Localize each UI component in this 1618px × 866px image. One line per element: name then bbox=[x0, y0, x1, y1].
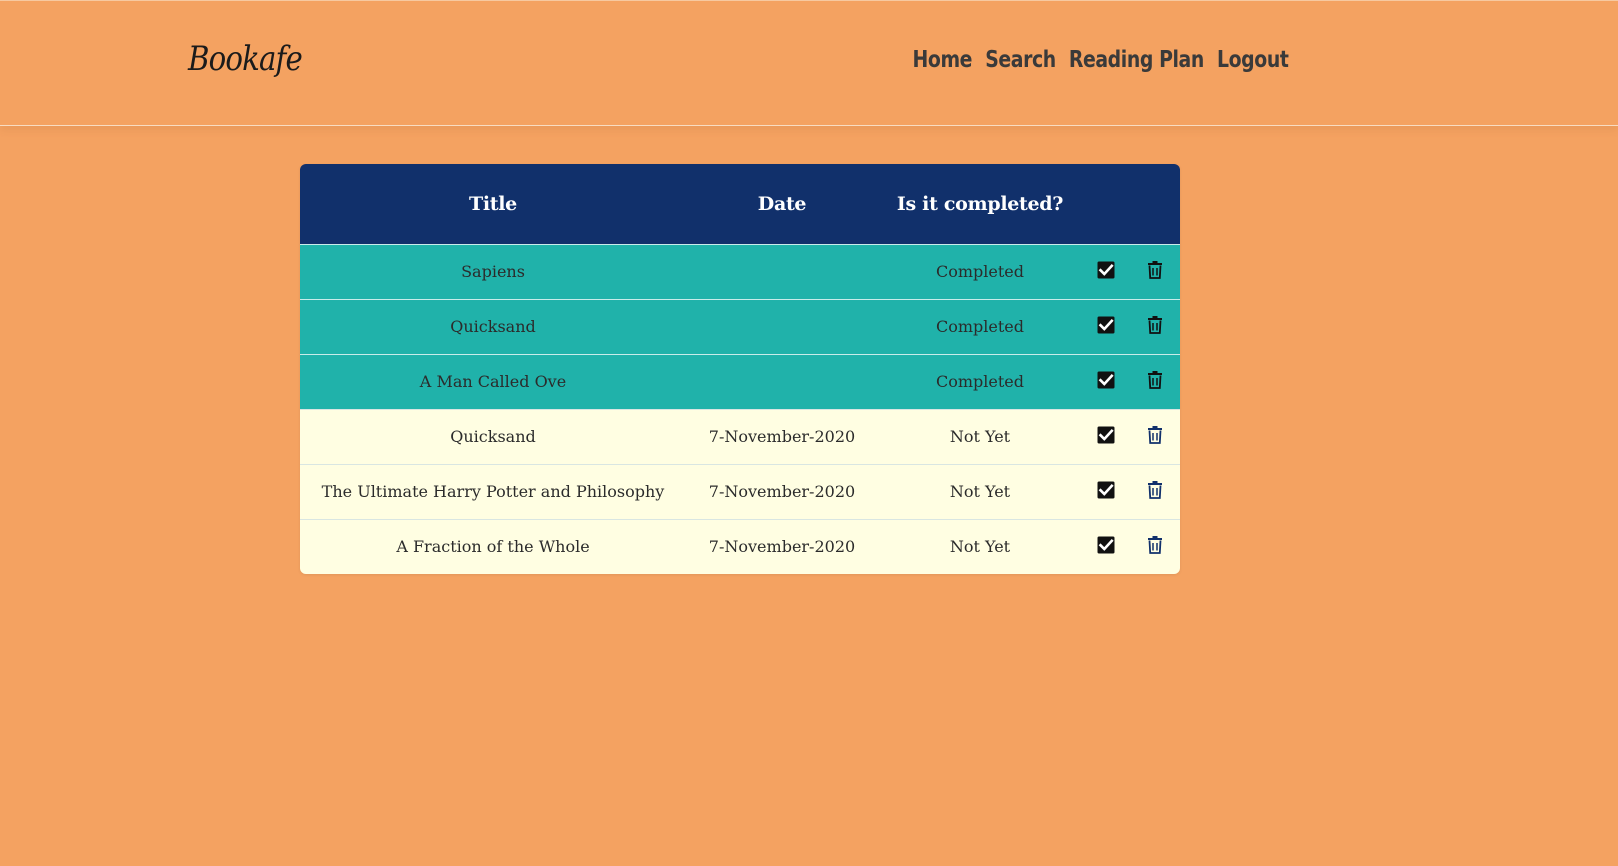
status-cell: Completed bbox=[878, 243, 1082, 299]
date-cell bbox=[686, 243, 878, 299]
table-row: A Fraction of the Whole 7-November-2020 No… bbox=[300, 518, 1180, 574]
delete-cell bbox=[1130, 518, 1180, 574]
reading-plan-table: Title Date Is it completed? Sapiens Compl… bbox=[300, 164, 1180, 574]
column-header-status: Is it completed? bbox=[896, 192, 1064, 215]
status-cell: Completed bbox=[878, 353, 1082, 409]
date-cell: 7-November-2020 bbox=[686, 518, 878, 574]
nav-reading-plan-link[interactable]: Reading Plan bbox=[1068, 47, 1203, 73]
delete-cell bbox=[1130, 353, 1180, 409]
book-title-cell: Quicksand bbox=[300, 408, 686, 464]
check-square-icon[interactable] bbox=[1097, 426, 1115, 448]
trash-icon[interactable] bbox=[1147, 260, 1163, 283]
date-cell: 7-November-2020 bbox=[686, 463, 878, 519]
delete-cell bbox=[1130, 408, 1180, 464]
check-square-icon[interactable] bbox=[1097, 481, 1115, 503]
delete-cell bbox=[1130, 243, 1180, 299]
nav-search-link[interactable]: Search bbox=[985, 47, 1056, 73]
mark-complete-cell bbox=[1082, 298, 1130, 354]
mark-complete-cell bbox=[1082, 353, 1130, 409]
trash-icon[interactable] bbox=[1147, 480, 1163, 503]
check-square-icon[interactable] bbox=[1097, 316, 1115, 338]
mark-complete-cell bbox=[1082, 518, 1130, 574]
delete-cell bbox=[1130, 463, 1180, 519]
table-row: Quicksand 7-November-2020 Not Yet bbox=[300, 408, 1180, 464]
date-cell bbox=[686, 298, 878, 354]
table-body: Sapiens Completed Quicksand Completed A Man … bbox=[300, 243, 1180, 574]
table-row: A Man Called Ove Completed bbox=[300, 353, 1180, 409]
book-title-cell: A Fraction of the Whole bbox=[300, 518, 686, 574]
table-header-row: Title Date Is it completed? bbox=[300, 164, 1180, 244]
delete-cell bbox=[1130, 298, 1180, 354]
check-square-icon[interactable] bbox=[1097, 371, 1115, 393]
reading-plan-table-card: Title Date Is it completed? Sapiens Compl… bbox=[300, 164, 1180, 574]
trash-icon[interactable] bbox=[1147, 535, 1163, 558]
table-row: Quicksand Completed bbox=[300, 298, 1180, 354]
main-nav: Home Search Reading Plan Logout bbox=[912, 47, 1288, 73]
table-row: The Ultimate Harry Potter and Philosophy… bbox=[300, 463, 1180, 519]
nav-home-link[interactable]: Home bbox=[912, 47, 972, 73]
status-cell: Not Yet bbox=[878, 408, 1082, 464]
mark-complete-cell bbox=[1082, 243, 1130, 299]
trash-icon[interactable] bbox=[1147, 315, 1163, 338]
table-row: Sapiens Completed bbox=[300, 243, 1180, 299]
trash-icon[interactable] bbox=[1147, 425, 1163, 448]
date-cell: 7-November-2020 bbox=[686, 408, 878, 464]
status-cell: Not Yet bbox=[878, 518, 1082, 574]
status-cell: Not Yet bbox=[878, 463, 1082, 519]
top-navbar: Bookafe Home Search Reading Plan Logout bbox=[0, 0, 1618, 126]
nav-logout-link[interactable]: Logout bbox=[1217, 47, 1289, 73]
book-title-cell: Sapiens bbox=[300, 243, 686, 299]
trash-icon[interactable] bbox=[1147, 370, 1163, 393]
brand-logo[interactable]: Bookafe bbox=[188, 39, 303, 79]
column-header-check bbox=[1082, 164, 1130, 244]
date-cell bbox=[686, 353, 878, 409]
check-square-icon[interactable] bbox=[1097, 261, 1115, 283]
column-header-date: Date bbox=[757, 192, 807, 215]
book-title-cell: A Man Called Ove bbox=[300, 353, 686, 409]
book-title-cell: Quicksand bbox=[300, 298, 686, 354]
column-header-delete bbox=[1130, 164, 1180, 244]
check-square-icon[interactable] bbox=[1097, 536, 1115, 558]
status-cell: Completed bbox=[878, 298, 1082, 354]
mark-complete-cell bbox=[1082, 463, 1130, 519]
mark-complete-cell bbox=[1082, 408, 1130, 464]
column-header-title: Title bbox=[469, 192, 517, 215]
book-title-cell: The Ultimate Harry Potter and Philosophy bbox=[300, 463, 686, 519]
